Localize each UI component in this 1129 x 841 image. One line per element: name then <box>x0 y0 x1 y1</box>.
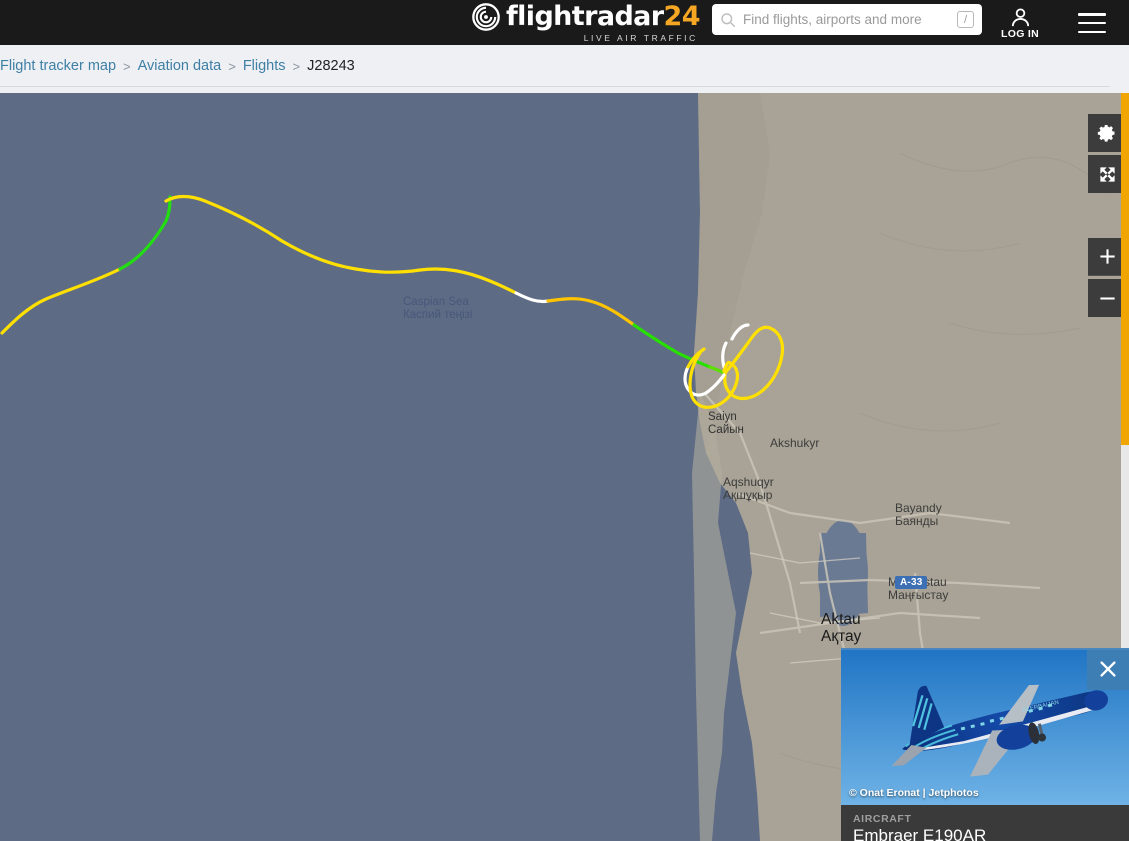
flightradar24-logo[interactable]: flightradar24 LIVE AIR TRAFFIC <box>472 0 700 45</box>
aircraft-caption: AIRCRAFT <box>853 813 912 825</box>
card-top-accent <box>841 648 1129 650</box>
aircraft-photo-illustration: AZERBAIJAN <box>841 648 1129 805</box>
expand-icon <box>1099 166 1115 182</box>
plus-icon <box>1099 249 1115 264</box>
road-shield-a33: A-33 <box>895 576 928 589</box>
hamburger-icon[interactable] <box>1078 13 1106 33</box>
breadcrumb-item-current: J28243 <box>307 58 355 74</box>
logo-row: flightradar24 <box>472 1 700 32</box>
aircraft-card: AZERBAIJAN © Onat Eronat | Jetphotos AIR… <box>841 648 1129 841</box>
photo-credit: © Onat Eronat | Jetphotos <box>849 787 979 799</box>
breadcrumb-item-aviation-data[interactable]: Aviation data <box>138 58 222 74</box>
search-shortcut-key: / <box>957 11 974 28</box>
breadcrumb-item-flight-tracker-map[interactable]: Flight tracker map <box>0 58 116 74</box>
user-icon <box>1011 7 1029 26</box>
radar-logo-icon <box>472 2 500 31</box>
gear-icon <box>1097 125 1115 142</box>
breadcrumb-separator: > <box>123 58 131 74</box>
breadcrumb: Flight tracker map > Aviation data > Fli… <box>0 58 355 74</box>
top-navigation-bar: flightradar24 LIVE AIR TRAFFIC / LOG IN <box>0 0 1129 45</box>
search-input[interactable] <box>736 12 957 27</box>
logo-wordmark: flightradar24 <box>506 1 700 32</box>
aircraft-photo[interactable]: AZERBAIJAN © Onat Eronat | Jetphotos <box>841 648 1129 805</box>
breadcrumb-item-flights[interactable]: Flights <box>243 58 286 74</box>
login-label: LOG IN <box>1001 27 1039 40</box>
map-vertical-scrollbar[interactable] <box>1121 93 1129 685</box>
scrollbar-thumb[interactable] <box>1121 93 1129 445</box>
aircraft-info: AIRCRAFT Embraer E190AR <box>841 805 1129 841</box>
breadcrumb-separator: > <box>228 58 236 74</box>
breadcrumb-separator: > <box>292 58 301 74</box>
minus-icon <box>1099 296 1115 300</box>
login-button[interactable]: LOG IN <box>995 0 1045 45</box>
search-box[interactable]: / <box>712 4 982 35</box>
close-card-button[interactable] <box>1087 648 1129 690</box>
aircraft-model[interactable]: Embraer E190AR <box>853 826 1129 841</box>
breadcrumb-bar: Flight tracker map > Aviation data > Fli… <box>0 45 1129 93</box>
logo-tagline: LIVE AIR TRAFFIC <box>583 32 698 43</box>
page-root: flightradar24 LIVE AIR TRAFFIC / LOG IN <box>0 0 1129 841</box>
breadcrumb-divider <box>0 86 1110 87</box>
search-icon <box>721 12 736 27</box>
close-icon <box>1100 661 1116 677</box>
